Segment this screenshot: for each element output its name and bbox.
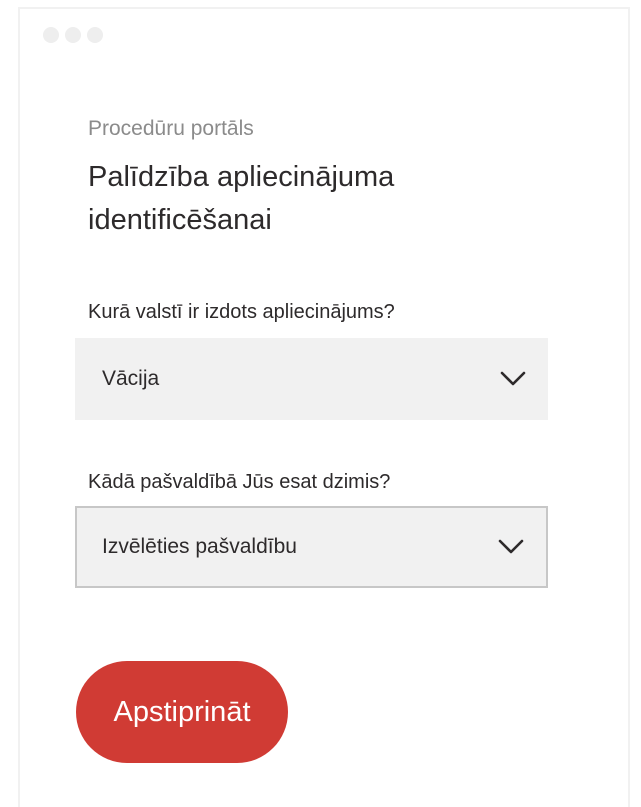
chevron-down-icon <box>500 371 526 387</box>
window-dot-icon <box>65 27 81 43</box>
confirm-button[interactable]: Apstiprināt <box>76 661 288 763</box>
country-select[interactable]: Vācija <box>75 338 548 420</box>
municipality-select[interactable]: Izvēlēties pašvaldību <box>75 506 548 588</box>
municipality-question-label: Kādā pašvaldībā Jūs esat dzimis? <box>88 471 391 493</box>
country-question-label: Kurā valstī ir izdots apliecinājums? <box>88 301 395 323</box>
country-select-value: Vācija <box>102 367 160 390</box>
window-dot-icon <box>87 27 103 43</box>
portal-label: Procedūru portāls <box>88 117 254 140</box>
page-title: Palīdzība apliecinājuma identificēšanai <box>88 161 395 236</box>
municipality-select-value: Izvēlēties pašvaldību <box>102 535 297 558</box>
window-dot-icon <box>43 27 59 43</box>
window-controls <box>43 27 103 43</box>
chevron-down-icon <box>498 539 524 555</box>
app-window: Procedūru portāls Palīdzība apliecinājum… <box>18 7 630 807</box>
